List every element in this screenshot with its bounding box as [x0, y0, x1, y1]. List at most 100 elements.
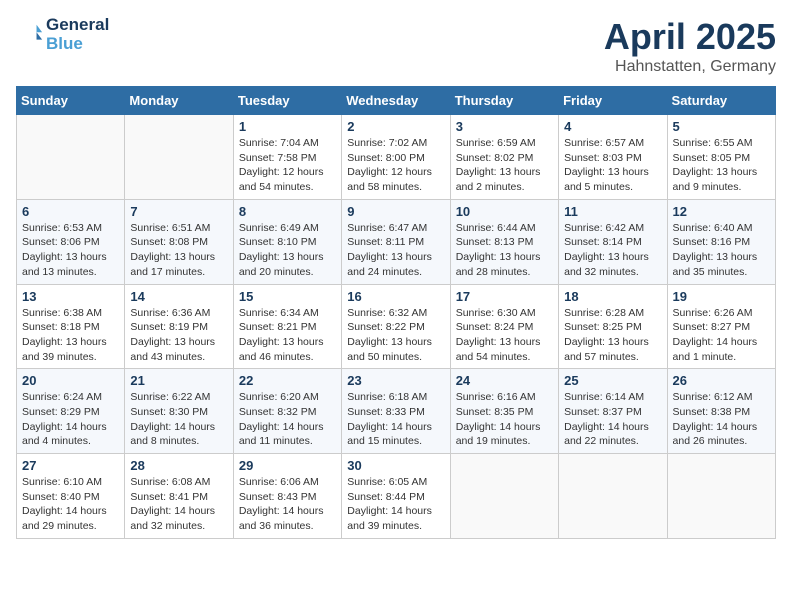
day-number: 20 — [22, 373, 119, 388]
day-number: 10 — [456, 204, 553, 219]
title-area: April 2025 Hahnstatten, Germany — [604, 16, 776, 76]
day-info: Sunrise: 7:02 AM Sunset: 8:00 PM Dayligh… — [347, 136, 444, 195]
calendar-cell: 6 Sunrise: 6:53 AM Sunset: 8:06 PM Daylig… — [17, 199, 125, 284]
calendar-cell: 7 Sunrise: 6:51 AM Sunset: 8:08 PM Daylig… — [125, 199, 233, 284]
day-info: Sunrise: 6:49 AM Sunset: 8:10 PM Dayligh… — [239, 221, 336, 280]
day-info: Sunrise: 6:20 AM Sunset: 8:32 PM Dayligh… — [239, 390, 336, 449]
day-number: 25 — [564, 373, 661, 388]
week-row-4: 20 Sunrise: 6:24 AM Sunset: 8:29 PM Dayli… — [17, 369, 776, 454]
day-number: 26 — [673, 373, 770, 388]
day-number: 9 — [347, 204, 444, 219]
location-title: Hahnstatten, Germany — [604, 58, 776, 76]
day-number: 4 — [564, 119, 661, 134]
day-info: Sunrise: 6:57 AM Sunset: 8:03 PM Dayligh… — [564, 136, 661, 195]
calendar-cell: 8Sunrise: 6:49 AM Sunset: 8:10 PM Daylig… — [233, 199, 341, 284]
day-info: Sunrise: 6:55 AM Sunset: 8:05 PM Dayligh… — [673, 136, 770, 195]
calendar-cell: 18 Sunrise: 6:28 AM Sunset: 8:25 PM Dayli… — [559, 284, 667, 369]
day-number: 14 — [130, 289, 227, 304]
calendar-cell: 17 Sunrise: 6:30 AM Sunset: 8:24 PM Dayli… — [450, 284, 558, 369]
calendar-cell: 10Sunrise: 6:44 AM Sunset: 8:13 PM Dayli… — [450, 199, 558, 284]
week-row-1: 1Sunrise: 7:04 AM Sunset: 7:58 PM Daylig… — [17, 115, 776, 200]
day-info: Sunrise: 6:14 AM Sunset: 8:37 PM Dayligh… — [564, 390, 661, 449]
day-number: 19 — [673, 289, 770, 304]
calendar-cell: 19 Sunrise: 6:26 AM Sunset: 8:27 PM Dayli… — [667, 284, 775, 369]
calendar: SundayMondayTuesdayWednesdayThursdayFrid… — [16, 86, 776, 539]
calendar-cell — [17, 115, 125, 200]
day-info: Sunrise: 6:06 AM Sunset: 8:43 PM Dayligh… — [239, 475, 336, 534]
day-info: Sunrise: 6:36 AM Sunset: 8:19 PM Dayligh… — [130, 306, 227, 365]
weekday-header-sunday: Sunday — [17, 87, 125, 115]
header: General Blue April 2025 Hahnstatten, Ger… — [16, 16, 776, 76]
calendar-cell: 23 Sunrise: 6:18 AM Sunset: 8:33 PM Dayli… — [342, 369, 450, 454]
day-info: Sunrise: 6:32 AM Sunset: 8:22 PM Dayligh… — [347, 306, 444, 365]
day-info: Sunrise: 6:53 AM Sunset: 8:06 PM Dayligh… — [22, 221, 119, 280]
weekday-header-monday: Monday — [125, 87, 233, 115]
day-number: 27 — [22, 458, 119, 473]
day-info: Sunrise: 6:10 AM Sunset: 8:40 PM Dayligh… — [22, 475, 119, 534]
day-info: Sunrise: 6:18 AM Sunset: 8:33 PM Dayligh… — [347, 390, 444, 449]
day-number: 6 — [22, 204, 119, 219]
calendar-cell: 27 Sunrise: 6:10 AM Sunset: 8:40 PM Dayli… — [17, 454, 125, 539]
calendar-cell: 4 Sunrise: 6:57 AM Sunset: 8:03 PM Daylig… — [559, 115, 667, 200]
calendar-cell — [559, 454, 667, 539]
weekday-header-tuesday: Tuesday — [233, 87, 341, 115]
day-number: 3 — [456, 119, 553, 134]
calendar-cell: 30 Sunrise: 6:05 AM Sunset: 8:44 PM Dayli… — [342, 454, 450, 539]
calendar-cell: 2Sunrise: 7:02 AM Sunset: 8:00 PM Daylig… — [342, 115, 450, 200]
day-info: Sunrise: 6:12 AM Sunset: 8:38 PM Dayligh… — [673, 390, 770, 449]
day-info: Sunrise: 6:40 AM Sunset: 8:16 PM Dayligh… — [673, 221, 770, 280]
calendar-cell: 9Sunrise: 6:47 AM Sunset: 8:11 PM Daylig… — [342, 199, 450, 284]
day-number: 17 — [456, 289, 553, 304]
calendar-cell: 14 Sunrise: 6:36 AM Sunset: 8:19 PM Dayli… — [125, 284, 233, 369]
day-number: 11 — [564, 204, 661, 219]
logo-line2: Blue — [46, 35, 109, 54]
calendar-cell: 1Sunrise: 7:04 AM Sunset: 7:58 PM Daylig… — [233, 115, 341, 200]
month-title: April 2025 — [604, 16, 776, 58]
calendar-cell: 16 Sunrise: 6:32 AM Sunset: 8:22 PM Dayli… — [342, 284, 450, 369]
calendar-cell — [667, 454, 775, 539]
calendar-cell: 24 Sunrise: 6:16 AM Sunset: 8:35 PM Dayli… — [450, 369, 558, 454]
calendar-cell: 29 Sunrise: 6:06 AM Sunset: 8:43 PM Dayli… — [233, 454, 341, 539]
calendar-cell: 3 Sunrise: 6:59 AM Sunset: 8:02 PM Daylig… — [450, 115, 558, 200]
day-number: 5 — [673, 119, 770, 134]
day-info: Sunrise: 6:05 AM Sunset: 8:44 PM Dayligh… — [347, 475, 444, 534]
day-number: 30 — [347, 458, 444, 473]
day-info: Sunrise: 6:51 AM Sunset: 8:08 PM Dayligh… — [130, 221, 227, 280]
calendar-cell — [450, 454, 558, 539]
day-info: Sunrise: 6:24 AM Sunset: 8:29 PM Dayligh… — [22, 390, 119, 449]
day-info: Sunrise: 6:28 AM Sunset: 8:25 PM Dayligh… — [564, 306, 661, 365]
weekday-header-wednesday: Wednesday — [342, 87, 450, 115]
weekday-header-saturday: Saturday — [667, 87, 775, 115]
week-row-2: 6 Sunrise: 6:53 AM Sunset: 8:06 PM Daylig… — [17, 199, 776, 284]
day-info: Sunrise: 6:59 AM Sunset: 8:02 PM Dayligh… — [456, 136, 553, 195]
logo-icon — [16, 21, 44, 49]
day-info: Sunrise: 6:26 AM Sunset: 8:27 PM Dayligh… — [673, 306, 770, 365]
calendar-cell: 28Sunrise: 6:08 AM Sunset: 8:41 PM Dayli… — [125, 454, 233, 539]
day-info: Sunrise: 6:30 AM Sunset: 8:24 PM Dayligh… — [456, 306, 553, 365]
calendar-cell: 15 Sunrise: 6:34 AM Sunset: 8:21 PM Dayli… — [233, 284, 341, 369]
day-number: 7 — [130, 204, 227, 219]
day-number: 18 — [564, 289, 661, 304]
day-number: 22 — [239, 373, 336, 388]
week-row-3: 13Sunrise: 6:38 AM Sunset: 8:18 PM Dayli… — [17, 284, 776, 369]
calendar-cell: 12Sunrise: 6:40 AM Sunset: 8:16 PM Dayli… — [667, 199, 775, 284]
day-info: Sunrise: 6:16 AM Sunset: 8:35 PM Dayligh… — [456, 390, 553, 449]
day-number: 23 — [347, 373, 444, 388]
week-row-5: 27 Sunrise: 6:10 AM Sunset: 8:40 PM Dayli… — [17, 454, 776, 539]
calendar-cell: 11 Sunrise: 6:42 AM Sunset: 8:14 PM Dayli… — [559, 199, 667, 284]
day-info: Sunrise: 6:22 AM Sunset: 8:30 PM Dayligh… — [130, 390, 227, 449]
day-info: Sunrise: 6:42 AM Sunset: 8:14 PM Dayligh… — [564, 221, 661, 280]
day-number: 13 — [22, 289, 119, 304]
calendar-cell: 26 Sunrise: 6:12 AM Sunset: 8:38 PM Dayli… — [667, 369, 775, 454]
day-info: Sunrise: 7:04 AM Sunset: 7:58 PM Dayligh… — [239, 136, 336, 195]
day-number: 29 — [239, 458, 336, 473]
day-info: Sunrise: 6:34 AM Sunset: 8:21 PM Dayligh… — [239, 306, 336, 365]
day-number: 28 — [130, 458, 227, 473]
day-number: 15 — [239, 289, 336, 304]
calendar-cell: 13Sunrise: 6:38 AM Sunset: 8:18 PM Dayli… — [17, 284, 125, 369]
calendar-cell: 22 Sunrise: 6:20 AM Sunset: 8:32 PM Dayli… — [233, 369, 341, 454]
day-number: 16 — [347, 289, 444, 304]
day-number: 24 — [456, 373, 553, 388]
calendar-cell: 5 Sunrise: 6:55 AM Sunset: 8:05 PM Daylig… — [667, 115, 775, 200]
day-number: 21 — [130, 373, 227, 388]
